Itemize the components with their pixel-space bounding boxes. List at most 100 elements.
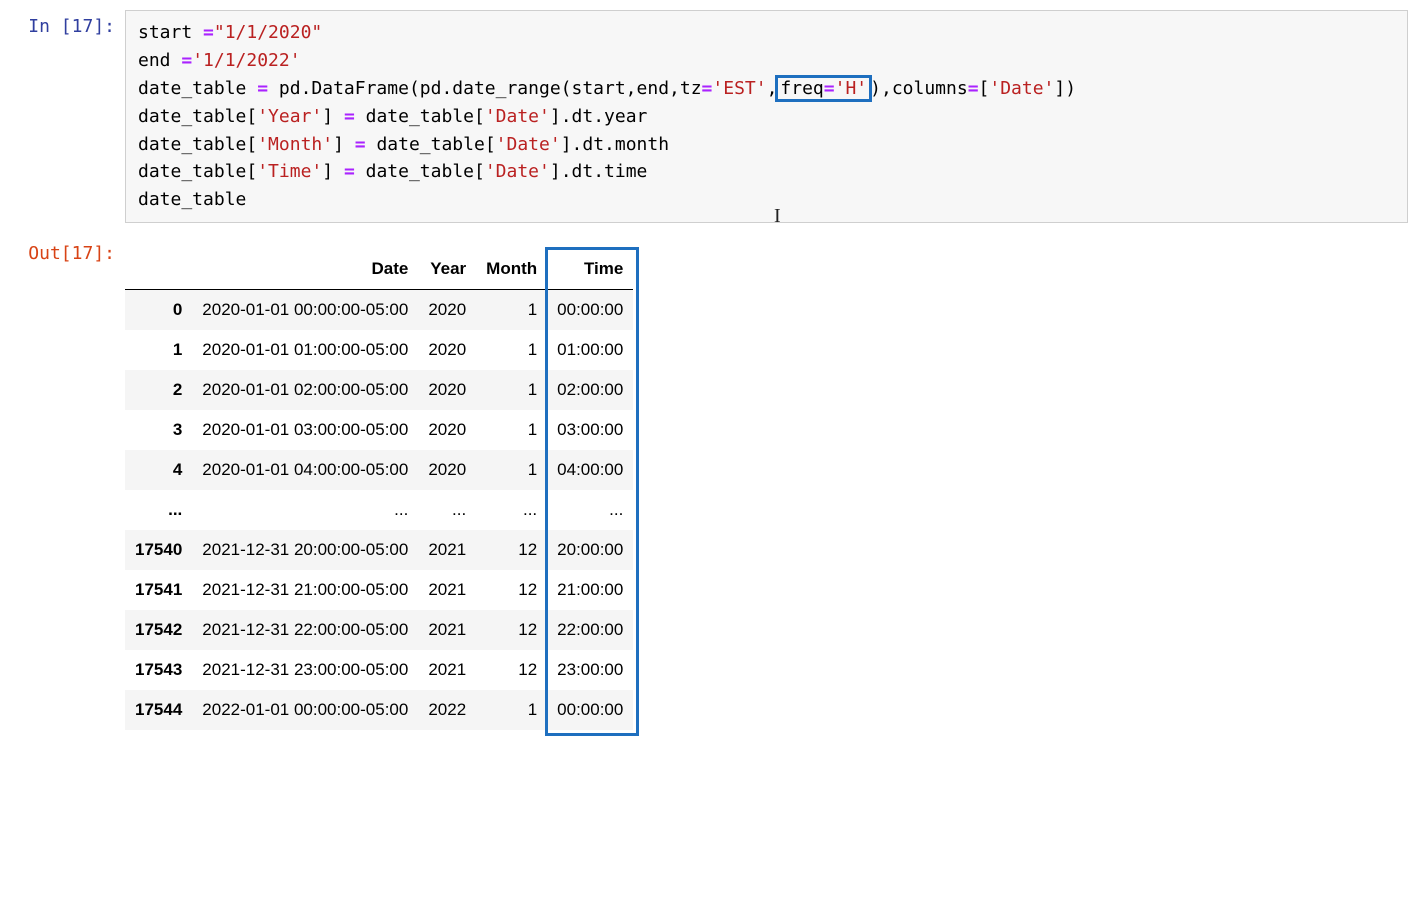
cell-time: 01:00:00 <box>547 330 633 370</box>
row-index: 1 <box>125 330 192 370</box>
cell-time: 04:00:00 <box>547 450 633 490</box>
cell-month: 12 <box>476 530 547 570</box>
code-token: ] <box>322 106 344 127</box>
cell-date: 2022-01-01 00:00:00-05:00 <box>192 690 418 730</box>
cell-month: 1 <box>476 450 547 490</box>
table-row: 22020-01-01 02:00:00-05:002020102:00:00 <box>125 370 633 410</box>
cell-month: 12 <box>476 650 547 690</box>
code-input[interactable]: start ="1/1/2020" end ='1/1/2022' date_t… <box>125 10 1408 223</box>
cell-year: 2020 <box>418 410 476 450</box>
cell-date: 2020-01-01 02:00:00-05:00 <box>192 370 418 410</box>
row-index: 17542 <box>125 610 192 650</box>
input-cell: In [17]: start ="1/1/2020" end ='1/1/202… <box>0 10 1408 223</box>
table-row: 175412021-12-31 21:00:00-05:0020211221:0… <box>125 570 633 610</box>
code-token: ].dt.year <box>550 106 648 127</box>
cell-year: 2020 <box>418 450 476 490</box>
code-token: ),columns <box>870 78 968 99</box>
text-cursor-icon: I <box>774 201 781 223</box>
row-index: 3 <box>125 410 192 450</box>
cell-year: 2021 <box>418 530 476 570</box>
row-index: ... <box>125 490 192 530</box>
code-token: = <box>968 78 979 99</box>
cell-month: ... <box>476 490 547 530</box>
cell-year: 2020 <box>418 370 476 410</box>
code-token: 'Date' <box>496 134 561 155</box>
code-token: 'Date' <box>989 78 1054 99</box>
row-index: 2 <box>125 370 192 410</box>
code-token: = <box>344 106 355 127</box>
output-body: Date Year Month Time 02020-01-01 00:00:0… <box>125 237 1408 735</box>
row-index: 17543 <box>125 650 192 690</box>
code-token: date_table[ <box>138 134 257 155</box>
cell-year: 2021 <box>418 650 476 690</box>
cell-date: 2021-12-31 20:00:00-05:00 <box>192 530 418 570</box>
cell-year: 2021 <box>418 610 476 650</box>
cell-month: 12 <box>476 610 547 650</box>
code-token: 'Date' <box>485 106 550 127</box>
code-token: ].dt.time <box>550 161 648 182</box>
code-token: freq <box>780 78 823 99</box>
table-row: ............... <box>125 490 633 530</box>
cell-time: 20:00:00 <box>547 530 633 570</box>
code-token: date_table[ <box>138 106 257 127</box>
code-token: date_table[ <box>366 134 496 155</box>
row-index: 17541 <box>125 570 192 610</box>
row-index: 0 <box>125 290 192 331</box>
table-row: 175432021-12-31 23:00:00-05:0020211223:0… <box>125 650 633 690</box>
code-token: 'Month' <box>257 134 333 155</box>
code-token: date_table[ <box>138 161 257 182</box>
code-token: = <box>355 134 366 155</box>
table-row: 175422021-12-31 22:00:00-05:0020211222:0… <box>125 610 633 650</box>
code-token: date_table <box>138 78 257 99</box>
row-index: 17540 <box>125 530 192 570</box>
cell-time: 00:00:00 <box>547 690 633 730</box>
col-header-date: Date <box>192 249 418 290</box>
cell-time: 03:00:00 <box>547 410 633 450</box>
code-token: = <box>344 161 355 182</box>
code-token: 'EST' <box>712 78 766 99</box>
code-token: start <box>138 22 203 43</box>
code-token: = <box>702 78 713 99</box>
table-row: 175402021-12-31 20:00:00-05:0020211220:0… <box>125 530 633 570</box>
code-token: = <box>824 78 835 99</box>
cell-year: 2020 <box>418 330 476 370</box>
table-row: 02020-01-01 00:00:00-05:002020100:00:00 <box>125 290 633 331</box>
code-token: date_table[ <box>355 106 485 127</box>
cell-date: ... <box>192 490 418 530</box>
cell-month: 1 <box>476 370 547 410</box>
code-token: [ <box>979 78 990 99</box>
input-prompt: In [17]: <box>0 10 125 37</box>
col-header-year: Year <box>418 249 476 290</box>
code-token: 'Time' <box>257 161 322 182</box>
code-highlight-box: freq='H' <box>775 75 872 103</box>
cell-time: 21:00:00 <box>547 570 633 610</box>
code-token: ]) <box>1054 78 1076 99</box>
cell-year: 2021 <box>418 570 476 610</box>
table-row: 32020-01-01 03:00:00-05:002020103:00:00 <box>125 410 633 450</box>
cell-year: 2022 <box>418 690 476 730</box>
cell-date: 2021-12-31 21:00:00-05:00 <box>192 570 418 610</box>
code-token: = <box>257 78 268 99</box>
code-token: 'Date' <box>485 161 550 182</box>
cell-time: ... <box>547 490 633 530</box>
table-header-row: Date Year Month Time <box>125 249 633 290</box>
code-token: ].dt.month <box>561 134 669 155</box>
cell-time: 22:00:00 <box>547 610 633 650</box>
row-index: 17544 <box>125 690 192 730</box>
code-token: ] <box>322 161 344 182</box>
code-token: end <box>138 50 181 71</box>
cell-year: ... <box>418 490 476 530</box>
col-header-time: Time <box>547 249 633 290</box>
cell-month: 1 <box>476 410 547 450</box>
code-token: 'Year' <box>257 106 322 127</box>
cell-time: 00:00:00 <box>547 290 633 331</box>
code-token: = <box>203 22 214 43</box>
code-token: date_table <box>138 189 246 210</box>
code-token: date_table[ <box>355 161 485 182</box>
cell-date: 2020-01-01 03:00:00-05:00 <box>192 410 418 450</box>
cell-date: 2021-12-31 23:00:00-05:00 <box>192 650 418 690</box>
cell-date: 2020-01-01 00:00:00-05:00 <box>192 290 418 331</box>
output-prompt: Out[17]: <box>0 237 125 264</box>
code-token: ] <box>333 134 355 155</box>
table-row: 175442022-01-01 00:00:00-05:002022100:00… <box>125 690 633 730</box>
